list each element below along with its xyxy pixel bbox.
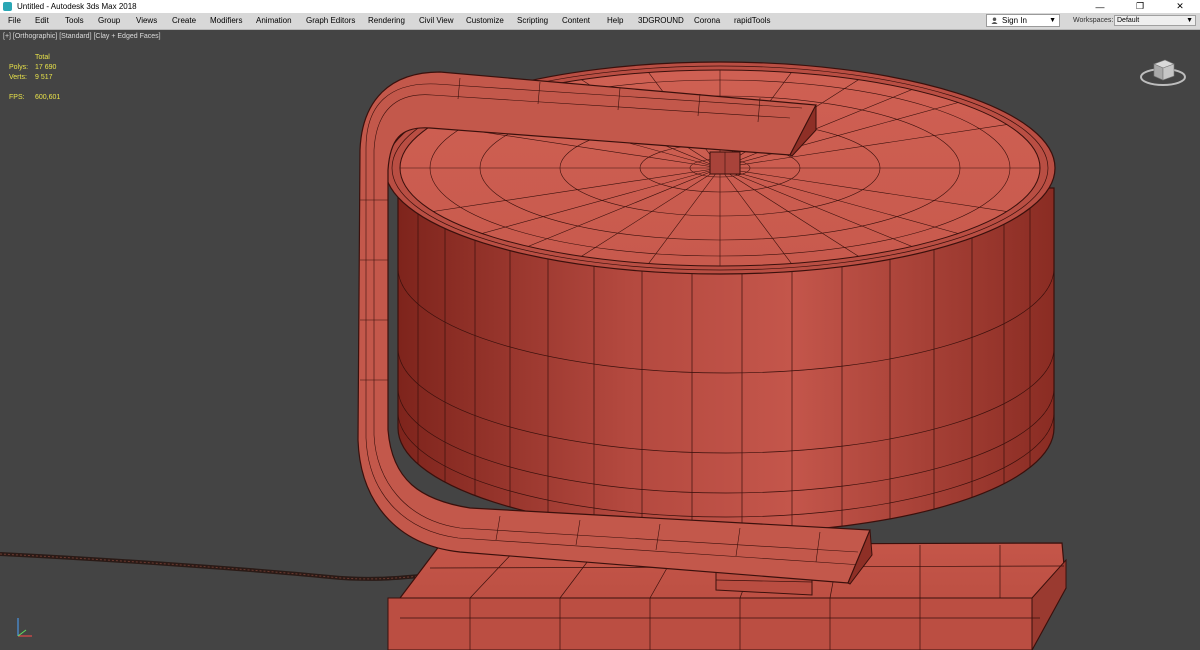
menu-create[interactable]: Create [172,13,196,29]
axis-tripod-icon [17,618,32,637]
viewport[interactable]: [+] [Orthographic] [Standard] [Clay + Ed… [0,30,1200,650]
close-button[interactable]: ✕ [1160,0,1200,13]
sign-in-label: Sign In [1002,16,1027,25]
menu-graph-editors[interactable]: Graph Editors [306,13,355,29]
fps-value: 600,601 [35,94,61,101]
menu-animation[interactable]: Animation [256,13,292,29]
window-title: Untitled - Autodesk 3ds Max 2018 [17,2,137,11]
viewport-label[interactable]: [+] [Orthographic] [Standard] [Clay + Ed… [3,33,161,40]
menu-group[interactable]: Group [98,13,120,29]
fps-label: FPS: [9,94,25,101]
window-controls: — ❐ ✕ [1080,0,1200,13]
chevron-down-icon: ▼ [1186,17,1193,24]
menu-scripting[interactable]: Scripting [517,13,548,29]
viewcube-icon[interactable] [1138,50,1188,90]
stats-header: Total [35,54,50,61]
verts-value: 9 517 [35,74,53,81]
menu-file[interactable]: File [8,13,21,29]
menu-modifiers[interactable]: Modifiers [210,13,242,29]
menu-views[interactable]: Views [136,13,157,29]
menu-rapidtools[interactable]: rapidTools [734,13,770,29]
polys-label: Polys: [9,64,29,71]
workspace-value: Default [1117,17,1140,24]
menu-tools[interactable]: Tools [65,13,84,29]
workspace-select[interactable]: Default ▼ [1114,15,1196,26]
menu-customize[interactable]: Customize [466,13,504,29]
viewport-stats: Total Polys: 17 690 Verts: 9 517 FPS: 600,6… [9,53,89,103]
minimize-button[interactable]: — [1080,0,1120,13]
menu-rendering[interactable]: Rendering [368,13,405,29]
menu-corona[interactable]: Corona [694,13,720,29]
polys-value: 17 690 [35,64,57,71]
chevron-down-icon: ▼ [1049,17,1056,24]
app-icon [3,2,12,11]
workspaces-label: Workspaces: [1073,17,1114,24]
menu-civil-view[interactable]: Civil View [419,13,454,29]
menu-3dground[interactable]: 3DGROUND [638,13,684,29]
menu-content[interactable]: Content [562,13,590,29]
window-titlebar: Untitled - Autodesk 3ds Max 2018 — ❐ ✕ [0,0,1200,13]
scene-render [0,61,1067,650]
restore-button[interactable]: ❐ [1120,0,1160,13]
sign-in-dropdown[interactable]: Sign In ▼ [986,14,1060,27]
menu-bar: File Edit Tools Group Views Create Modif… [0,13,1200,30]
menu-help[interactable]: Help [607,13,623,29]
menu-edit[interactable]: Edit [35,13,49,29]
verts-label: Verts: [9,74,27,81]
user-icon [991,17,998,24]
